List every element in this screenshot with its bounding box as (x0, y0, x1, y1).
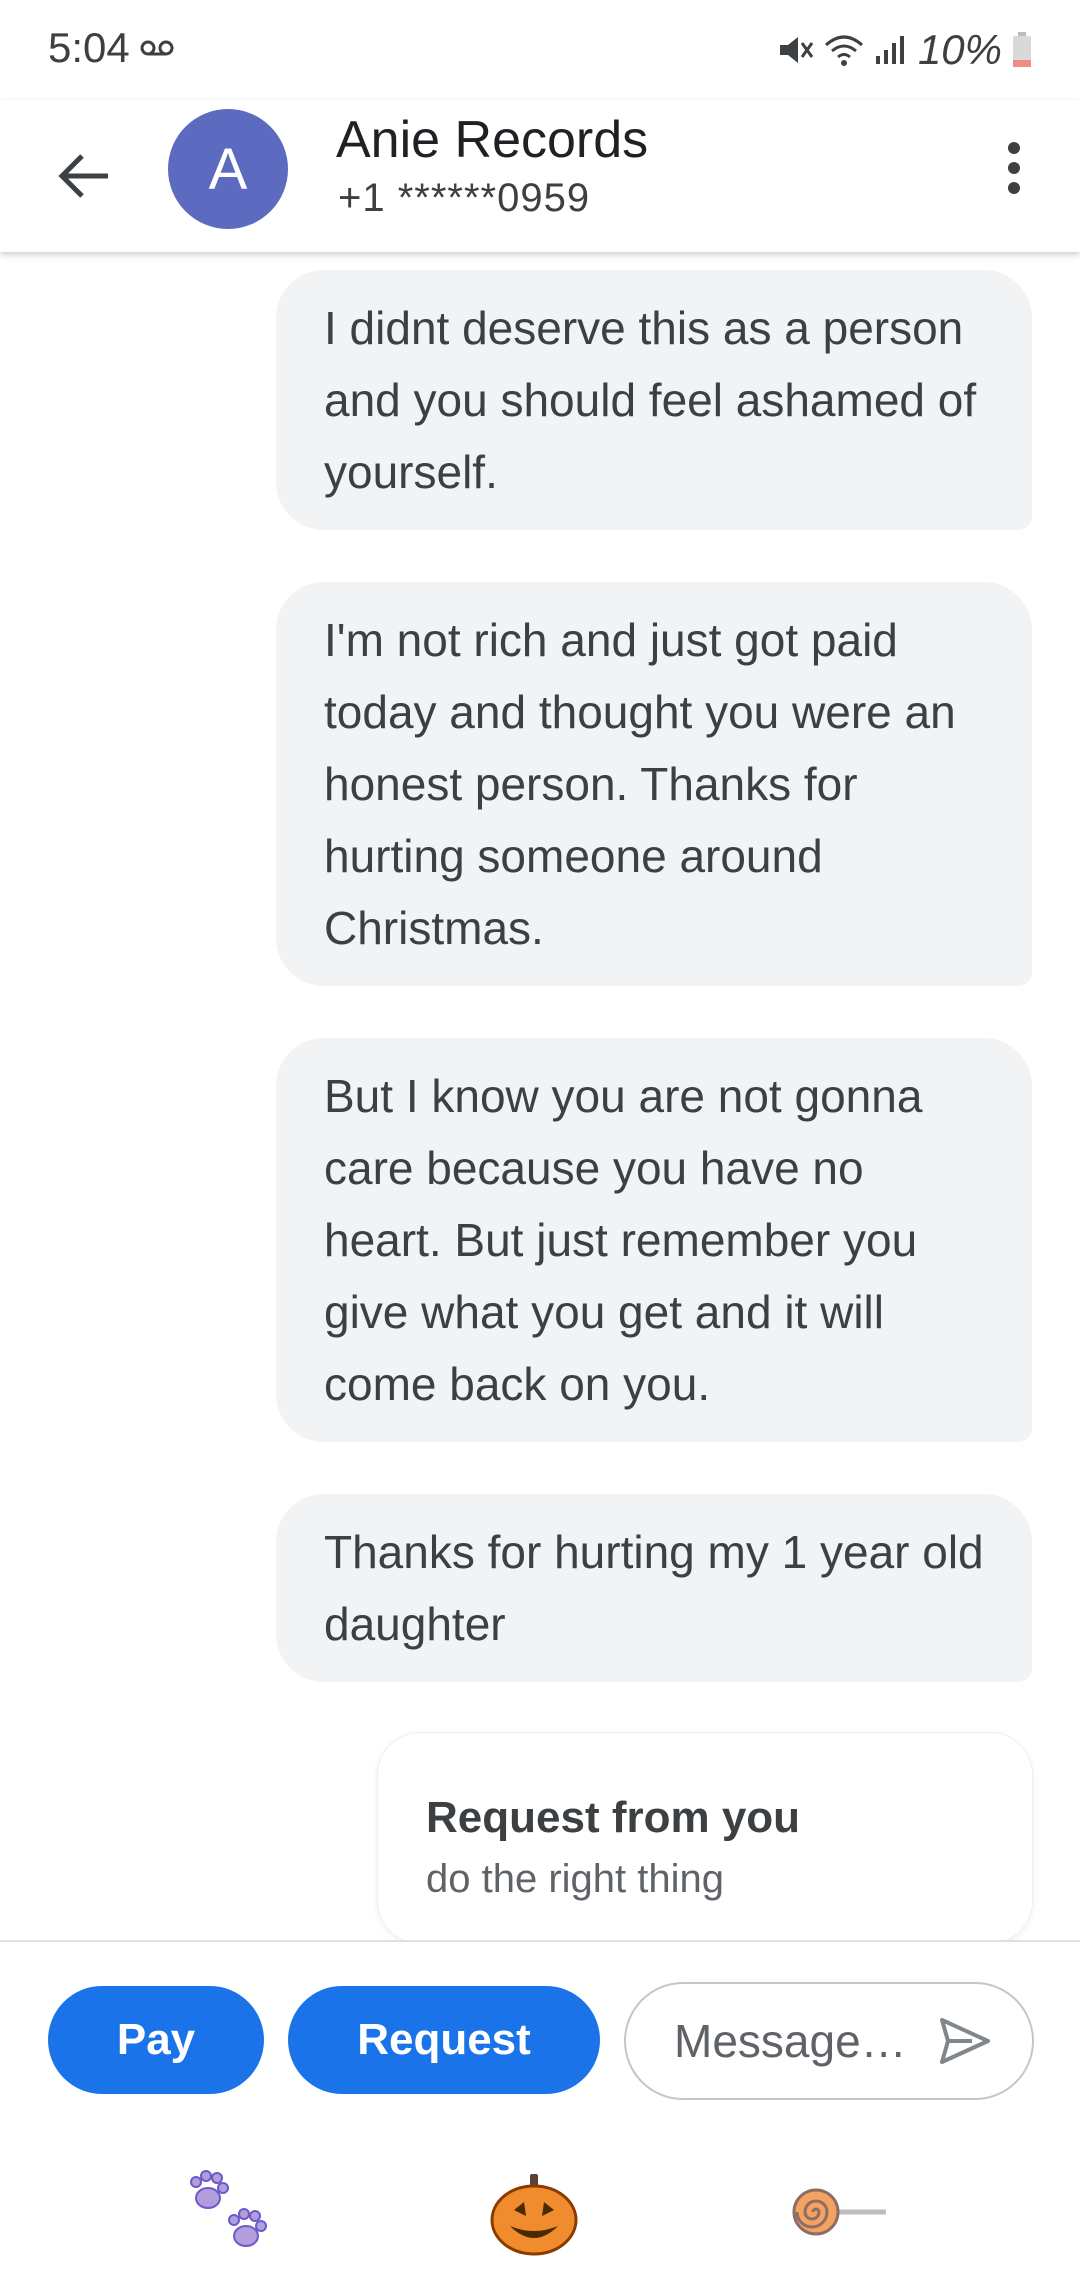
send-icon[interactable] (938, 2016, 992, 2066)
voicemail-icon (140, 40, 174, 56)
paw-prints-sticker[interactable] (180, 2162, 280, 2262)
message-text: But I know you are not gonna care becaus… (324, 1070, 923, 1410)
paw-prints-icon (190, 2170, 267, 2247)
message-text: Thanks for hurting my 1 year old daughte… (324, 1526, 984, 1650)
cell-signal-icon (875, 36, 904, 64)
battery-percentage: 10% (917, 26, 1002, 73)
pay-button[interactable]: Pay (48, 1986, 264, 2094)
request-title: Request from you (426, 1793, 801, 1842)
wifi-icon (824, 35, 863, 66)
request-button[interactable]: Request (288, 1986, 600, 2094)
more-vert-icon (1008, 142, 1020, 194)
jack-o-lantern-sticker[interactable] (484, 2162, 584, 2262)
payment-request-card[interactable]: Request from you do the right thing (378, 1733, 1032, 1943)
request-note: do the right thing (426, 1857, 724, 1901)
contact-avatar[interactable]: A (168, 109, 288, 229)
status-bar: 5:04 10% (0, 0, 1080, 100)
jack-o-lantern-icon (490, 2174, 578, 2256)
more-options-button[interactable] (982, 132, 1046, 204)
message-bubble[interactable]: But I know you are not gonna care becaus… (276, 1038, 1032, 1442)
vibrate-mute-icon (779, 37, 814, 63)
message-text: I didnt deserve this as a person and you… (324, 302, 977, 498)
arrow-back-icon (58, 154, 108, 198)
message-bubble[interactable]: I'm not rich and just got paid today and… (276, 582, 1032, 986)
lollipop-icon (792, 2188, 886, 2236)
compose-bar: Pay Request Message… (0, 1940, 1080, 2282)
message-text: I'm not rich and just got paid today and… (324, 614, 956, 954)
status-time: 5:04 (48, 24, 130, 71)
back-button[interactable] (48, 140, 120, 212)
message-bubble[interactable]: I didnt deserve this as a person and you… (276, 270, 1032, 530)
conversation-header: A Anie Records +1 ******0959 (0, 100, 1080, 252)
lollipop-sticker[interactable] (790, 2162, 890, 2262)
message-bubble[interactable]: Thanks for hurting my 1 year old daughte… (276, 1494, 1032, 1682)
contact-name: Anie Records (336, 111, 649, 169)
message-input[interactable]: Message… (624, 1982, 1034, 2100)
message-placeholder: Message… (674, 2015, 907, 2067)
contact-phone: +1 ******0959 (338, 176, 591, 220)
battery-low-icon (1013, 32, 1031, 67)
